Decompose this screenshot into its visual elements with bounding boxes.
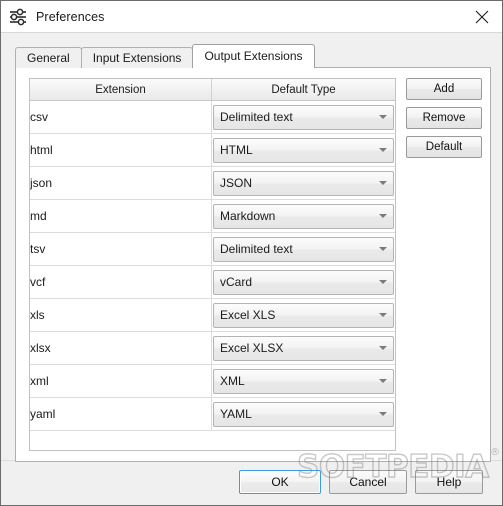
default-type-cell: JSON: [211, 166, 395, 200]
add-button[interactable]: Add: [406, 78, 482, 100]
ok-button[interactable]: OK: [239, 470, 321, 494]
sliders-icon: [8, 7, 28, 27]
help-button[interactable]: Help: [415, 470, 483, 494]
default-type-dropdown[interactable]: HTML: [213, 137, 394, 163]
default-type-cell: Excel XLS: [211, 298, 395, 332]
table-row[interactable]: xls Excel XLS: [30, 298, 395, 332]
default-type-cell: XML: [211, 364, 395, 398]
table-row[interactable]: xml XML: [30, 364, 395, 398]
default-type-cell: HTML: [211, 133, 395, 167]
close-icon[interactable]: [462, 1, 502, 32]
chevron-down-icon[interactable]: [373, 181, 393, 185]
default-type-cell: Delimited text: [211, 100, 395, 134]
default-type-dropdown[interactable]: Delimited text: [213, 104, 394, 130]
chevron-down-icon[interactable]: [373, 379, 393, 383]
cancel-button[interactable]: Cancel: [329, 470, 407, 494]
column-header-default-type[interactable]: Default Type: [211, 79, 395, 101]
tab-general[interactable]: General: [15, 47, 82, 68]
dropdown-selected-value: HTML: [220, 143, 253, 157]
extension-cell[interactable]: yaml: [30, 397, 212, 431]
table-row[interactable]: md Markdown: [30, 199, 395, 233]
dropdown-selected-value: Excel XLS: [220, 308, 276, 322]
output-extensions-panel: Extension Default Type csv Delimited text…: [15, 67, 491, 462]
dropdown-selected-value: YAML: [220, 407, 252, 421]
table-row[interactable]: yaml YAML: [30, 397, 395, 431]
dropdown-selected-value: XML: [220, 374, 245, 388]
default-type-dropdown[interactable]: vCard: [213, 269, 394, 295]
table-row[interactable]: csv Delimited text: [30, 100, 395, 134]
extension-cell[interactable]: xlsx: [30, 331, 212, 365]
extension-cell[interactable]: html: [30, 133, 212, 167]
default-type-dropdown[interactable]: Excel XLSX: [213, 335, 394, 361]
window-title: Preferences: [36, 9, 105, 24]
dropdown-selected-value: Delimited text: [220, 242, 293, 256]
dialog-button-bar: OK Cancel Help: [1, 460, 502, 505]
watermark-registered-mark: ®: [490, 447, 500, 458]
chevron-down-icon[interactable]: [373, 247, 393, 251]
chevron-down-icon[interactable]: [373, 214, 393, 218]
table-row[interactable]: xlsx Excel XLSX: [30, 331, 395, 365]
default-type-dropdown[interactable]: YAML: [213, 401, 394, 427]
table-header-row: Extension Default Type: [30, 79, 395, 101]
dropdown-selected-value: JSON: [220, 176, 253, 190]
chevron-down-icon[interactable]: [373, 412, 393, 416]
tab-input-extensions[interactable]: Input Extensions: [80, 47, 194, 68]
default-type-dropdown[interactable]: Excel XLS: [213, 302, 394, 328]
remove-button[interactable]: Remove: [406, 107, 482, 129]
column-header-extension[interactable]: Extension: [30, 79, 212, 101]
default-type-cell: Excel XLSX: [211, 331, 395, 365]
default-type-dropdown[interactable]: Markdown: [213, 203, 394, 229]
dropdown-selected-value: Excel XLSX: [220, 341, 284, 355]
extension-cell[interactable]: csv: [30, 100, 212, 134]
default-type-cell: vCard: [211, 265, 395, 299]
side-button-group: Add Remove Default: [406, 78, 482, 165]
extension-cell[interactable]: tsv: [30, 232, 212, 266]
chevron-down-icon[interactable]: [373, 115, 393, 119]
extension-cell[interactable]: json: [30, 166, 212, 200]
extension-cell[interactable]: xls: [30, 298, 212, 332]
dropdown-selected-value: Markdown: [220, 209, 276, 223]
table-row[interactable]: tsv Delimited text: [30, 232, 395, 266]
chevron-down-icon[interactable]: [373, 280, 393, 284]
default-type-cell: YAML: [211, 397, 395, 431]
extension-cell[interactable]: vcf: [30, 265, 212, 299]
tab-output-extensions[interactable]: Output Extensions: [192, 44, 315, 68]
default-type-dropdown[interactable]: XML: [213, 368, 394, 394]
chevron-down-icon[interactable]: [373, 346, 393, 350]
table-body: csv Delimited text html HTML json JSON md Markd…: [30, 100, 395, 431]
chevron-down-icon[interactable]: [373, 148, 393, 152]
dropdown-selected-value: Delimited text: [220, 110, 293, 124]
default-type-dropdown[interactable]: JSON: [213, 170, 394, 196]
extension-cell[interactable]: xml: [30, 364, 212, 398]
tab-label: Input Extensions: [92, 51, 182, 65]
tab-strip: General Input Extensions Output Extensio…: [15, 44, 315, 68]
tab-label: General: [27, 51, 70, 65]
preferences-dialog: Preferences General Input Extensions Out…: [0, 0, 503, 506]
default-button[interactable]: Default: [406, 136, 482, 158]
default-type-dropdown[interactable]: Delimited text: [213, 236, 394, 262]
default-type-cell: Markdown: [211, 199, 395, 233]
extension-cell[interactable]: md: [30, 199, 212, 233]
table-row[interactable]: json JSON: [30, 166, 395, 200]
table-row[interactable]: vcf vCard: [30, 265, 395, 299]
extensions-table: Extension Default Type csv Delimited text…: [30, 79, 395, 431]
title-bar: Preferences: [1, 1, 502, 33]
dropdown-selected-value: vCard: [220, 275, 253, 289]
extensions-table-container[interactable]: Extension Default Type csv Delimited text…: [29, 78, 396, 451]
default-type-cell: Delimited text: [211, 232, 395, 266]
chevron-down-icon[interactable]: [373, 313, 393, 317]
table-row[interactable]: html HTML: [30, 133, 395, 167]
tab-label: Output Extensions: [204, 49, 303, 63]
